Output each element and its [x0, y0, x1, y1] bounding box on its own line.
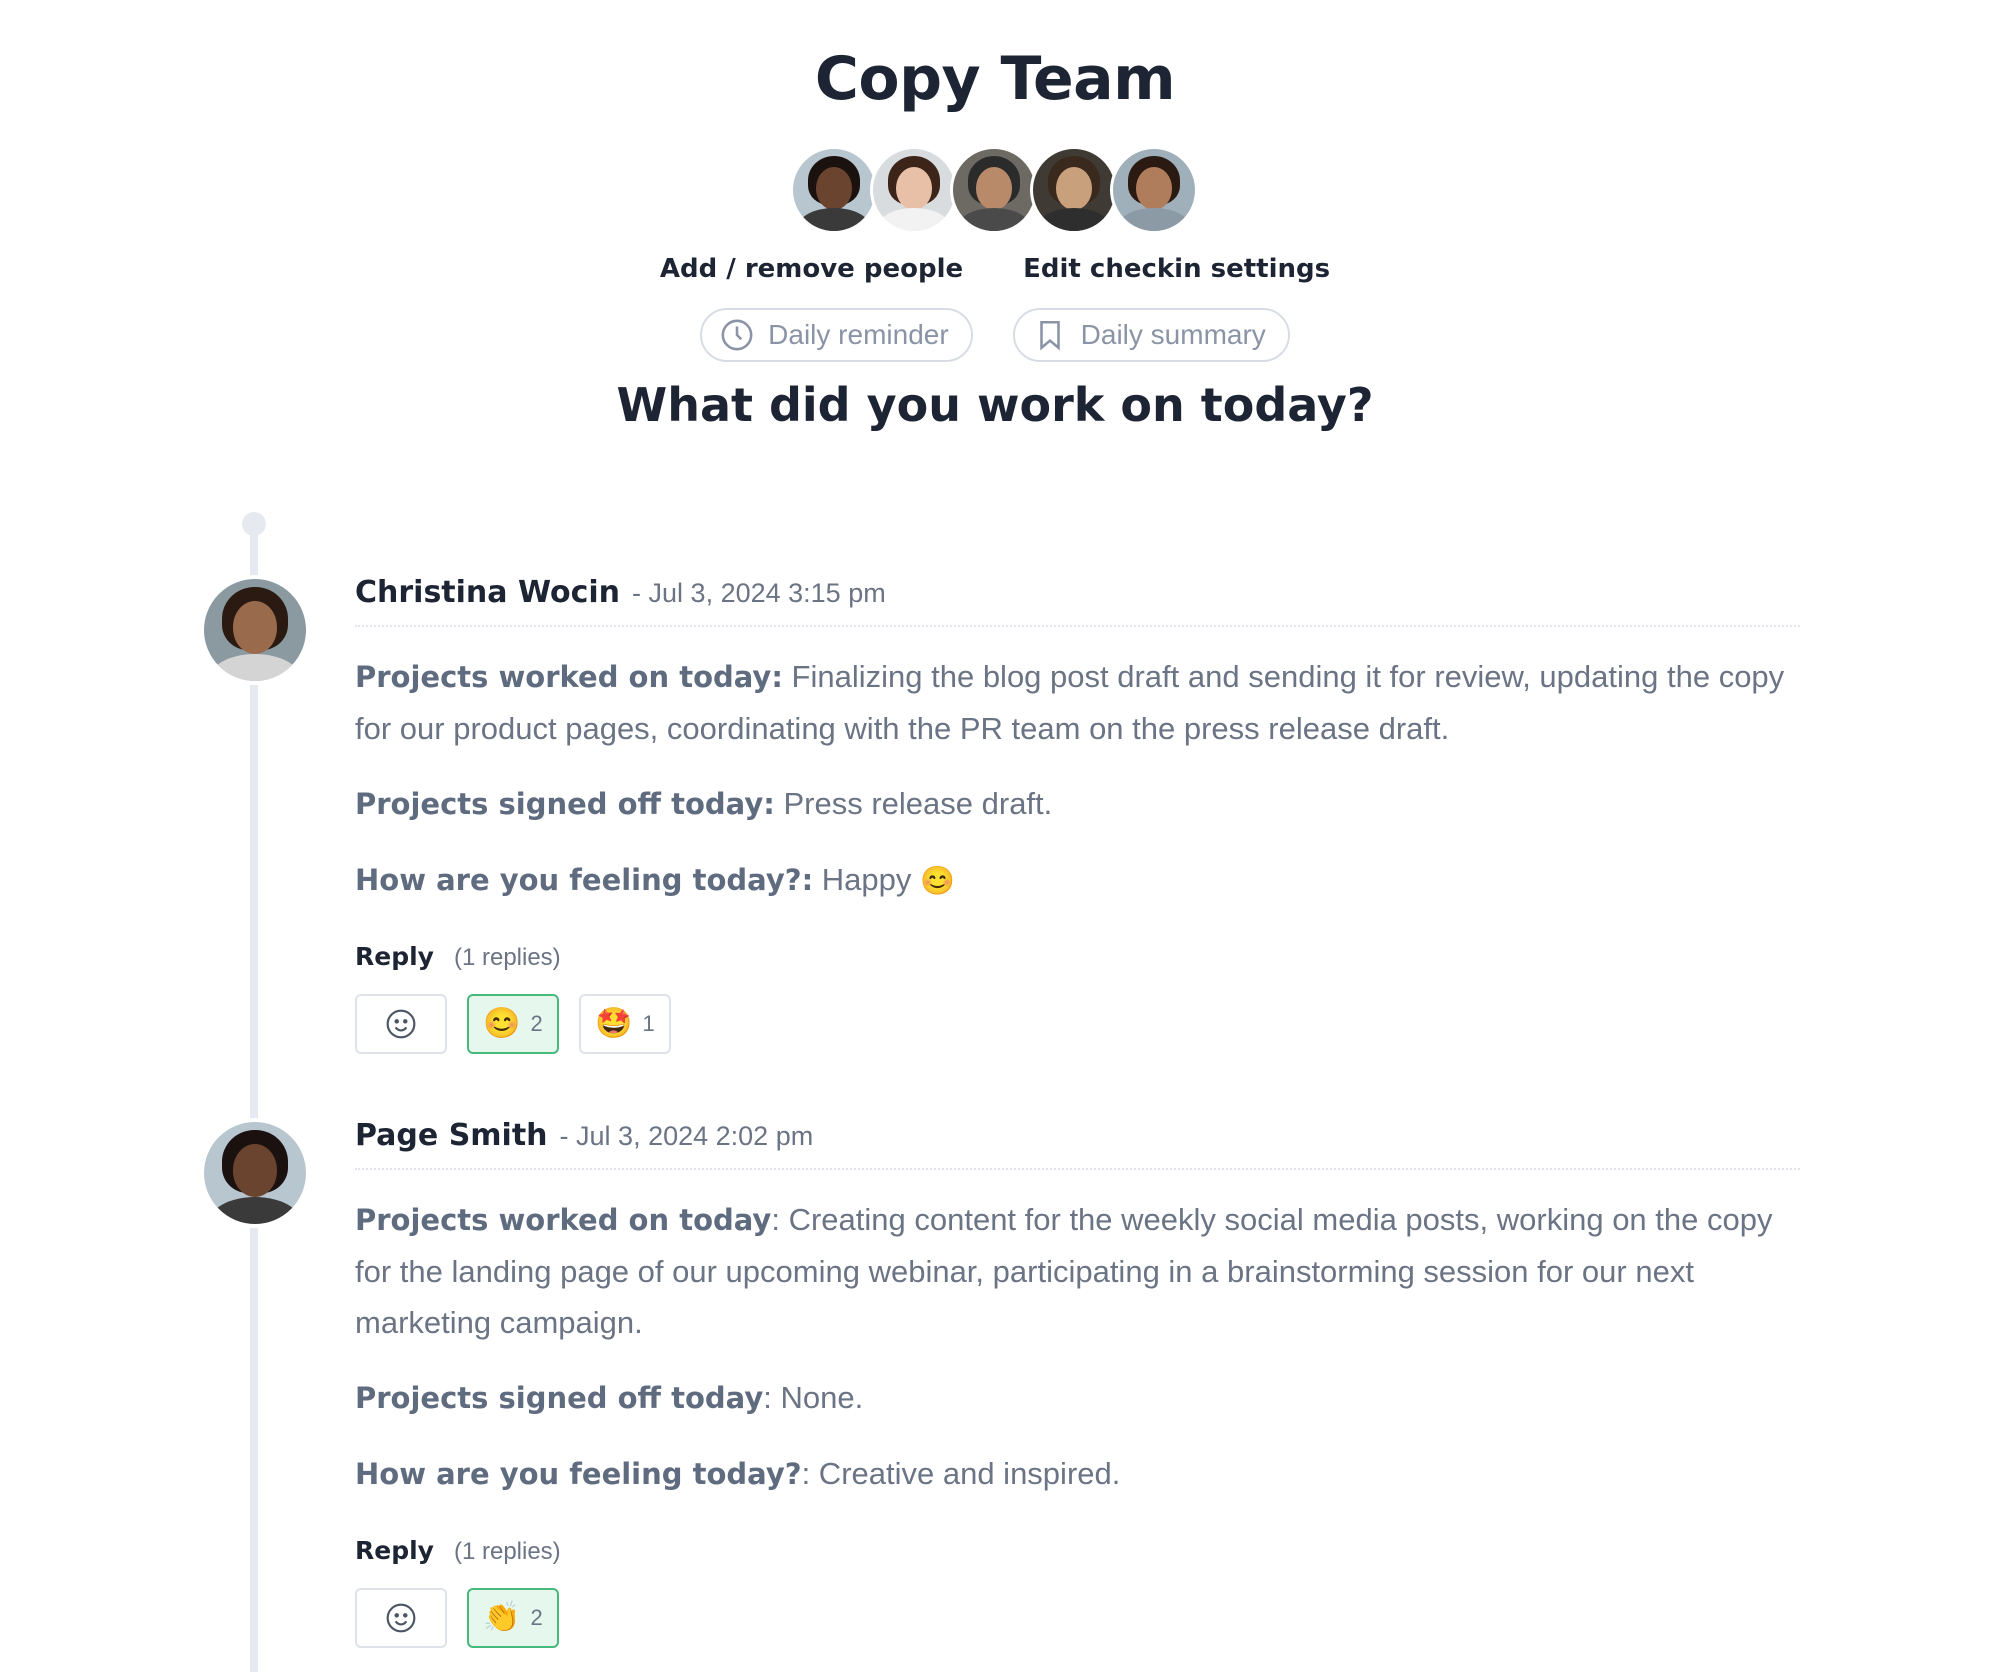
- feeling-text: Happy: [813, 862, 921, 897]
- signed-off-text: : None.: [763, 1380, 864, 1415]
- member-avatar[interactable]: [790, 146, 878, 234]
- reaction-emoji: 👏: [483, 1601, 521, 1634]
- signed-off-answer: Projects signed off today: Press release…: [355, 778, 1800, 830]
- reply-row: Reply (1 replies): [355, 942, 1800, 972]
- reactions-bar: 👏 2: [355, 1588, 1800, 1648]
- member-avatar[interactable]: [1110, 146, 1198, 234]
- reply-link[interactable]: Reply: [355, 1536, 434, 1565]
- reaction-count: 2: [530, 1011, 543, 1036]
- entry-date: - Jul 3, 2024 3:15 pm: [632, 578, 886, 608]
- feeling-text: : Creative and inspired.: [801, 1456, 1121, 1491]
- page-title: Copy Team: [814, 44, 1176, 114]
- checkin-question: What did you work on today?: [616, 378, 1374, 432]
- entry-body: Christina Wocin - Jul 3, 2024 3:15 pm Proj…: [355, 575, 1800, 1054]
- reaction-button[interactable]: 😊 2: [467, 994, 559, 1054]
- feeling-emoji: 😊: [920, 865, 955, 896]
- daily-summary-button[interactable]: Daily summary: [1012, 308, 1290, 362]
- entry-body: Page Smith - Jul 3, 2024 2:02 pm Projects …: [355, 1118, 1800, 1648]
- header-links: Add / remove people Edit checkin setting…: [0, 254, 1990, 284]
- reaction-emoji: 🤩: [595, 1007, 633, 1040]
- reply-link[interactable]: Reply: [355, 942, 434, 971]
- replies-count[interactable]: (1 replies): [454, 944, 561, 972]
- signed-off-label: Projects signed off today:: [355, 787, 775, 821]
- replies-count[interactable]: (1 replies): [454, 1538, 561, 1566]
- checkin-pills: Daily reminder Daily summary: [0, 308, 1990, 362]
- reaction-count: 2: [530, 1605, 543, 1630]
- timeline-line: [250, 522, 258, 1672]
- reaction-button[interactable]: 👏 2: [467, 1588, 559, 1648]
- entry-header: Christina Wocin - Jul 3, 2024 3:15 pm: [355, 575, 1800, 627]
- feeling-answer: How are you feeling today?: Creative and…: [355, 1448, 1800, 1500]
- reactions-bar: 😊 2 🤩 1: [355, 994, 1800, 1054]
- member-avatar[interactable]: [1030, 146, 1118, 234]
- clock-icon: [721, 319, 753, 351]
- author-avatar[interactable]: [200, 1118, 310, 1228]
- add-reaction-button[interactable]: [355, 994, 447, 1054]
- entry-date: - Jul 3, 2024 2:02 pm: [559, 1121, 814, 1151]
- smiley-add-icon: [386, 1009, 416, 1039]
- add-reaction-button[interactable]: [355, 1588, 447, 1648]
- add-remove-people-link[interactable]: Add / remove people: [660, 254, 963, 284]
- worked-on-answer: Projects worked on today: Creating conte…: [355, 1194, 1800, 1348]
- worked-on-label: Projects worked on today: [355, 1203, 772, 1237]
- reaction-emoji: 😊: [483, 1007, 521, 1040]
- author-name[interactable]: Christina Wocin: [355, 575, 620, 610]
- member-avatar[interactable]: [950, 146, 1038, 234]
- edit-checkin-settings-link[interactable]: Edit checkin settings: [1023, 254, 1330, 284]
- signed-off-answer: Projects signed off today: None.: [355, 1372, 1800, 1424]
- entry-header: Page Smith - Jul 3, 2024 2:02 pm: [355, 1118, 1800, 1170]
- worked-on-label: Projects worked on today:: [355, 660, 783, 694]
- reaction-count: 1: [642, 1011, 655, 1036]
- worked-on-answer: Projects worked on today: Finalizing the…: [355, 651, 1800, 754]
- daily-reminder-label: Daily reminder: [768, 319, 949, 350]
- smiley-add-icon: [386, 1603, 416, 1633]
- bookmark-icon: [1039, 320, 1060, 351]
- daily-summary-label: Daily summary: [1080, 319, 1266, 350]
- signed-off-text: Press release draft.: [774, 786, 1053, 821]
- feeling-label: How are you feeling today?:: [355, 863, 814, 897]
- feeling-label: How are you feeling today?: [355, 1457, 802, 1491]
- member-avatar[interactable]: [870, 146, 958, 234]
- feeling-answer: How are you feeling today?: Happy 😊: [355, 854, 1800, 906]
- member-avatars[interactable]: [790, 146, 1198, 236]
- daily-reminder-button[interactable]: Daily reminder: [700, 308, 973, 362]
- reaction-button[interactable]: 🤩 1: [579, 994, 671, 1054]
- signed-off-label: Projects signed off today: [355, 1381, 764, 1415]
- author-name[interactable]: Page Smith: [355, 1118, 548, 1153]
- reply-row: Reply (1 replies): [355, 1536, 1800, 1566]
- author-avatar[interactable]: [200, 575, 310, 685]
